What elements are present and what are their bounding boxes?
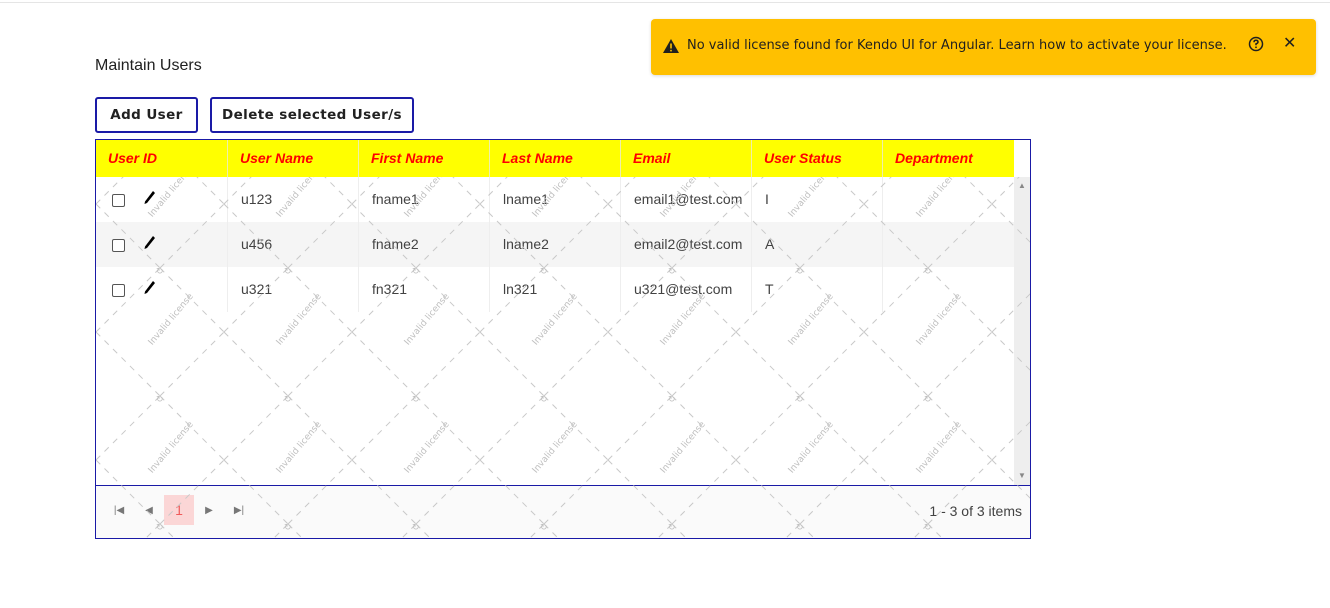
- license-notification: No valid license found for Kendo UI for …: [651, 19, 1316, 75]
- column-header-user-id[interactable]: User ID: [96, 140, 227, 177]
- notification-message: No valid license found for Kendo UI for …: [687, 38, 1227, 53]
- cell-email: u321@test.com: [620, 267, 751, 312]
- cell-department: [882, 222, 1013, 267]
- delete-selected-users-button[interactable]: Delete selected User/s: [210, 97, 414, 133]
- grid-pager: |◀ ◀ 1 ▶ ▶| 1 - 3 of 3 items: [96, 485, 1030, 538]
- cell-department: [882, 267, 1013, 312]
- last-page-icon[interactable]: ▶|: [228, 500, 250, 522]
- row-checkbox[interactable]: [112, 284, 125, 297]
- cell-last-name: lname1: [489, 177, 620, 222]
- column-header-first-name[interactable]: First Name: [358, 140, 489, 177]
- cell-user-status: A: [751, 222, 882, 267]
- column-header-department[interactable]: Department: [882, 140, 1013, 177]
- cell-user-name: u321: [227, 267, 358, 312]
- column-header-user-name[interactable]: User Name: [227, 140, 358, 177]
- warning-icon: [663, 39, 679, 53]
- pencil-icon[interactable]: [140, 278, 160, 298]
- previous-page-icon[interactable]: ◀: [138, 500, 160, 522]
- top-divider: [0, 2, 1330, 3]
- cell-user-status: I: [751, 177, 882, 222]
- pencil-icon[interactable]: [140, 233, 160, 253]
- cell-user-name: u456: [227, 222, 358, 267]
- column-header-email[interactable]: Email: [620, 140, 751, 177]
- pager-info: 1 - 3 of 3 items: [929, 503, 1022, 519]
- cell-last-name: ln321: [489, 267, 620, 312]
- users-grid: User ID User Name First Name Last Name E…: [95, 139, 1031, 539]
- cell-user-status: T: [751, 267, 882, 312]
- cell-email: email2@test.com: [620, 222, 751, 267]
- table-row[interactable]: u456 fname2 lname2 email2@test.com A: [96, 222, 1014, 267]
- table-row[interactable]: u123 fname1 lname1 email1@test.com I: [96, 177, 1014, 222]
- cell-department: [882, 177, 1013, 222]
- cell-last-name: lname2: [489, 222, 620, 267]
- row-checkbox[interactable]: [112, 194, 125, 207]
- grid-body: u123 fname1 lname1 email1@test.com I u45…: [96, 177, 1014, 485]
- cell-user-name: u123: [227, 177, 358, 222]
- page-number-button[interactable]: 1: [164, 495, 194, 525]
- page-title: Maintain Users: [95, 57, 202, 74]
- cell-first-name: fname1: [358, 177, 489, 222]
- row-select-cell: [96, 222, 227, 267]
- grid-header: User ID User Name First Name Last Name E…: [96, 140, 1014, 177]
- column-header-last-name[interactable]: Last Name: [489, 140, 620, 177]
- help-icon[interactable]: [1248, 36, 1264, 52]
- close-icon[interactable]: ✕: [1283, 35, 1296, 53]
- row-checkbox[interactable]: [112, 239, 125, 252]
- cell-first-name: fn321: [358, 267, 489, 312]
- row-select-cell: [96, 267, 227, 312]
- row-select-cell: [96, 177, 227, 222]
- next-page-icon[interactable]: ▶: [198, 500, 220, 522]
- vertical-scrollbar[interactable]: ▲ ▼: [1014, 177, 1030, 485]
- column-header-user-status[interactable]: User Status: [751, 140, 882, 177]
- scroll-up-arrow-icon[interactable]: ▲: [1014, 179, 1030, 193]
- pencil-icon[interactable]: [140, 188, 160, 208]
- cell-first-name: fname2: [358, 222, 489, 267]
- cell-email: email1@test.com: [620, 177, 751, 222]
- first-page-icon[interactable]: |◀: [108, 500, 130, 522]
- add-user-button[interactable]: Add User: [95, 97, 198, 133]
- scroll-down-arrow-icon[interactable]: ▼: [1014, 469, 1030, 483]
- table-row[interactable]: u321 fn321 ln321 u321@test.com T: [96, 267, 1014, 312]
